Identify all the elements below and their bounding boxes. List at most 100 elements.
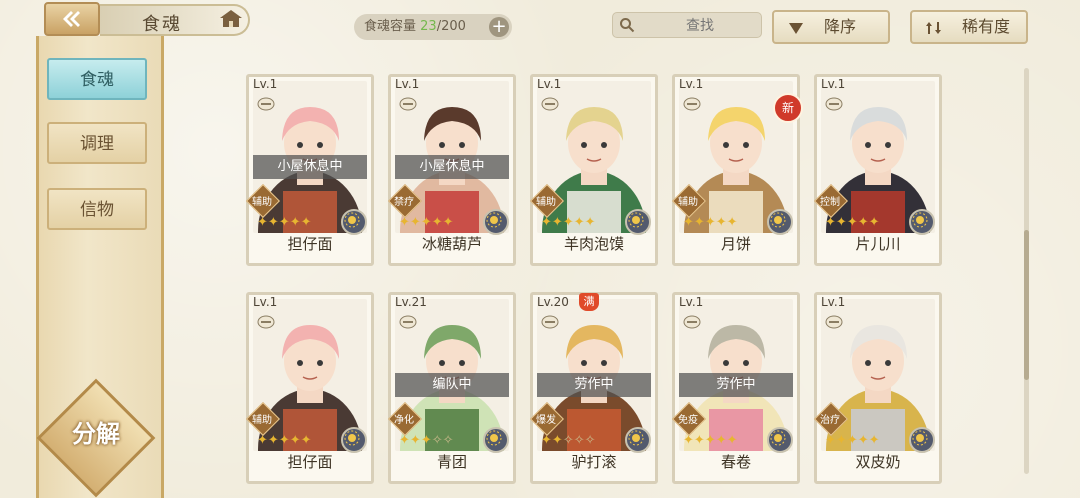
- food-soul-card[interactable]: Lv.1 辅助 ✦✦✦✦✦ 担仔面: [246, 292, 374, 484]
- role-badge: 辅助: [672, 184, 706, 218]
- star-icon: ✦: [289, 433, 301, 448]
- food-soul-card[interactable]: Lv.1 小屋休息中 辅助 ✦✦✦✦✦ 担仔面: [246, 74, 374, 266]
- food-soul-card[interactable]: Lv.1 治疗 ✦✦✦✦✦ 双皮奶: [814, 292, 942, 484]
- food-soul-name: 担仔面: [287, 235, 333, 253]
- star-icon: ✦: [846, 215, 858, 230]
- lock-toggle-icon[interactable]: [825, 315, 843, 329]
- star-rating: ✦✦✦✦✦: [683, 215, 738, 230]
- sort-rarity-label: 稀有度: [962, 17, 1011, 36]
- food-soul-card[interactable]: Lv.1 辅助 ✦✦✦✦✦ 月饼 新: [672, 74, 803, 266]
- food-soul-card[interactable]: Lv.20 劳作中 爆发 ✦✦✧✧✧ 驴打滚 满: [530, 292, 658, 484]
- search-input[interactable]: [643, 15, 757, 37]
- status-banner: 劳作中: [537, 373, 651, 397]
- status-banner: 小屋休息中: [395, 155, 509, 179]
- status-banner: 小屋休息中: [253, 155, 367, 179]
- role-badge: 爆发: [530, 402, 564, 436]
- sort-arrows-icon: [926, 22, 941, 34]
- food-soul-card[interactable]: Lv.1 小屋休息中 禁疗 ✦✦✦✦✦ 冰糖葫芦: [388, 74, 516, 266]
- star-icon: ✦: [835, 215, 847, 230]
- lock-toggle-icon[interactable]: [541, 97, 559, 111]
- star-rating: ✦✦✧✧✧: [541, 433, 596, 448]
- role-label: 爆发: [536, 415, 556, 426]
- role-badge: 治疗: [814, 402, 848, 436]
- star-icon: ✦: [551, 215, 563, 230]
- star-icon: ✦: [704, 215, 716, 230]
- lock-toggle-icon[interactable]: [257, 315, 275, 329]
- element-icon: [483, 427, 509, 453]
- sidebar-item-recipes[interactable]: 调理: [47, 122, 147, 164]
- star-rating: ✦✦✦✦✦: [399, 215, 454, 230]
- star-icon: ✦: [693, 215, 705, 230]
- home-icon[interactable]: [218, 8, 244, 30]
- star-icon: ✦: [868, 215, 880, 230]
- star-icon: ✦: [726, 215, 738, 230]
- star-icon: ✧: [442, 433, 454, 448]
- star-rating: ✦✦✦✦✦: [825, 433, 880, 448]
- star-icon: ✦: [835, 433, 847, 448]
- role-badge: 净化: [388, 402, 422, 436]
- star-icon: ✦: [267, 215, 279, 230]
- sidebar-item-food-souls[interactable]: 食魂: [47, 58, 147, 100]
- scroll-thumb[interactable]: [1024, 230, 1029, 380]
- star-icon: ✦: [573, 215, 585, 230]
- role-badge: 禁疗: [388, 184, 422, 218]
- food-soul-card[interactable]: Lv.1 控制 ✦✦✦✦✦ 片儿川: [814, 74, 942, 266]
- food-soul-card[interactable]: Lv.21 编队中 净化 ✦✦✦✧✧ 青团: [388, 292, 516, 484]
- scrollbar[interactable]: [1024, 68, 1029, 474]
- capacity-max: /200: [436, 19, 466, 34]
- lock-toggle-icon[interactable]: [825, 97, 843, 111]
- triangle-down-icon: [789, 23, 803, 34]
- level-label: Lv.1: [537, 77, 562, 91]
- sort-rarity-button[interactable]: 稀有度: [910, 10, 1028, 44]
- food-soul-card[interactable]: Lv.1 辅助 ✦✦✦✦✦ 羊肉泡馍: [530, 74, 658, 266]
- star-icon: ✦: [846, 433, 858, 448]
- element-icon: [625, 209, 651, 235]
- star-icon: ✦: [551, 433, 563, 448]
- star-icon: ✦: [857, 215, 869, 230]
- search-icon: [620, 18, 635, 33]
- star-rating: ✦✦✦✦✦: [257, 433, 312, 448]
- lock-toggle-icon[interactable]: [399, 315, 417, 329]
- role-label: 辅助: [252, 197, 272, 208]
- role-label: 辅助: [536, 197, 556, 208]
- lock-toggle-icon[interactable]: [683, 315, 701, 329]
- role-label: 治疗: [820, 415, 840, 426]
- role-label: 控制: [820, 197, 840, 208]
- lock-toggle-icon[interactable]: [257, 97, 275, 111]
- element-icon: [909, 427, 935, 453]
- element-icon: [341, 427, 367, 453]
- level-label: Lv.1: [679, 77, 704, 91]
- star-rating: ✦✦✦✦✦: [683, 433, 738, 448]
- role-label: 净化: [394, 415, 414, 426]
- role-badge: 辅助: [246, 402, 280, 436]
- sort-order-button[interactable]: 降序: [772, 10, 890, 44]
- star-rating: ✦✦✦✦✦: [541, 215, 596, 230]
- food-soul-card[interactable]: Lv.1 劳作中 免疫 ✦✦✦✦✦ 春卷: [672, 292, 800, 484]
- lock-toggle-icon[interactable]: [399, 97, 417, 111]
- food-soul-name: 冰糖葫芦: [421, 235, 482, 253]
- star-icon: ✦: [278, 433, 290, 448]
- element-icon: [341, 209, 367, 235]
- lock-toggle-icon[interactable]: [683, 97, 701, 111]
- star-icon: ✦: [857, 433, 869, 448]
- star-icon: ✦: [409, 215, 421, 230]
- food-soul-name: 月饼: [720, 235, 751, 253]
- star-icon: ✦: [693, 433, 705, 448]
- capacity-label: 食魂容量: [364, 19, 417, 34]
- star-icon: ✦: [726, 433, 738, 448]
- level-label: Lv.1: [679, 295, 704, 309]
- sidebar-item-tokens[interactable]: 信物: [47, 188, 147, 230]
- role-badge: 控制: [814, 184, 848, 218]
- role-label: 辅助: [252, 415, 272, 426]
- level-label: Lv.20: [537, 295, 569, 309]
- add-capacity-button[interactable]: +: [489, 17, 509, 37]
- sort-order-label: 降序: [824, 17, 857, 36]
- level-label: Lv.1: [253, 77, 278, 91]
- lock-toggle-icon[interactable]: [541, 315, 559, 329]
- star-icon: ✦: [300, 215, 312, 230]
- role-label: 禁疗: [394, 197, 414, 208]
- star-rating: ✦✦✦✦✦: [825, 215, 880, 230]
- star-icon: ✦: [704, 433, 716, 448]
- food-soul-name: 青团: [436, 453, 467, 471]
- back-button[interactable]: [44, 2, 100, 36]
